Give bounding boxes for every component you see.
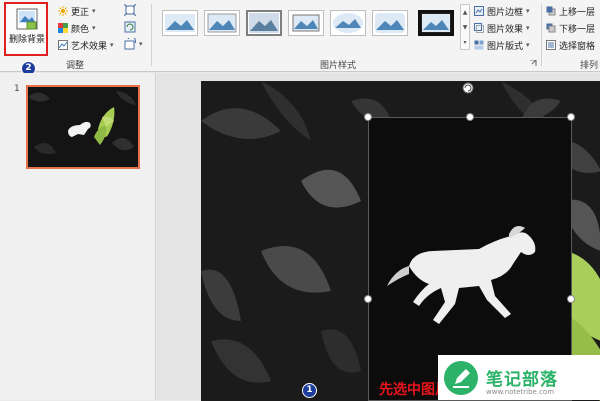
send-backward-icon [546,23,556,33]
picture-style-thumb[interactable] [418,10,454,36]
gallery-scroll-buttons[interactable]: ▲ ▼ ▾ [460,4,470,50]
site-watermark: 笔记部落 www.notetribe.com [438,355,600,400]
picture-layout-icon [474,40,484,50]
step-1-callout: 1 [302,383,317,398]
group-divider [541,4,542,66]
compress-pictures-icon[interactable] [124,4,136,16]
pen-logo-icon [444,360,478,395]
slide-number: 1 [14,84,20,94]
arrange-group-label: 排列 [580,61,599,71]
slide-thumbnail[interactable] [26,85,140,169]
picture-border-icon [474,6,484,16]
bring-forward-icon [546,6,556,16]
watermark-text: 笔记部落 [486,370,558,390]
send-backward-button[interactable]: 下移一层 [546,21,595,35]
color-label: 颜色 [71,24,90,35]
color-button[interactable]: 颜色 ▾ [58,21,96,35]
chevron-down-icon: ▾ [526,7,530,15]
picture-effects-label: 图片效果 [487,24,524,35]
chevron-down-icon: ▾ [526,41,530,49]
picture-style-thumb[interactable] [330,10,366,36]
picture-border-button[interactable]: 图片边框 ▾ [474,4,530,18]
picture-style-thumb[interactable] [288,10,324,36]
picture-styles-group-label: 图片样式 [320,61,357,71]
artistic-effects-button[interactable]: 艺术效果 ▾ [58,38,114,52]
picture-layout-label: 图片版式 [487,41,524,52]
picture-layout-button[interactable]: 图片版式 ▾ [474,38,530,52]
picture-tools-ribbon: 删除背景 2 更正 ▾ 颜色 ▾ 艺术效果 ▾ ▾ 调整 ▲ ▼ ▾ 图片边框 … [0,0,600,76]
picture-border-label: 图片边框 [487,7,524,18]
picture-style-thumb[interactable] [372,10,408,36]
selection-pane-label: 选择窗格 [559,41,596,52]
slide-editing-area: 1 先选中图片 [157,73,600,401]
resize-handle-top[interactable] [466,113,474,121]
picture-effects-button[interactable]: 图片效果 ▾ [474,21,530,35]
remove-background-label: 删除背景 [8,35,45,45]
chevron-down-icon: ▾ [92,24,96,32]
adjust-group-label: 调整 [66,61,85,71]
resize-handle-left[interactable] [364,295,372,303]
picture-styles-gallery [156,6,456,48]
bring-forward-label: 上移一层 [559,7,596,18]
remove-background-button[interactable]: 删除背景 [4,2,48,56]
picture-style-thumb[interactable] [204,10,240,36]
picture-effects-icon [474,23,484,33]
corrections-button[interactable]: 更正 ▾ [58,4,96,18]
picture-style-thumb-selected[interactable] [246,10,282,36]
slide-thumbnail-image [28,87,138,167]
send-backward-label: 下移一层 [559,24,596,35]
chevron-down-icon: ▾ [110,41,114,49]
corrections-label: 更正 [71,7,90,18]
sun-icon [58,6,68,16]
rotate-handle-icon[interactable] [461,81,475,95]
change-picture-icon[interactable] [124,21,136,33]
artistic-effects-label: 艺术效果 [71,41,108,52]
picture-style-thumb[interactable] [162,10,198,36]
remove-background-icon [16,8,38,30]
palette-icon [58,23,68,33]
slides-thumbnail-panel: 1 [0,73,156,400]
chevron-down-icon: ▾ [526,24,530,32]
reset-picture-icon[interactable] [124,38,136,50]
selection-pane-icon [546,40,556,50]
resize-handle-top-right[interactable] [567,113,575,121]
slide-canvas[interactable]: 1 先选中图片 [201,81,600,401]
chevron-down-icon: ▾ [92,7,96,15]
bring-forward-button[interactable]: 上移一层 [546,4,595,18]
group-divider [151,4,152,66]
chevron-down-icon[interactable]: ▾ [139,40,143,48]
watermark-url: www.notetribe.com [486,388,555,396]
selection-pane-button[interactable]: 选择窗格 [546,38,595,52]
resize-handle-right[interactable] [567,295,575,303]
dialog-launcher-icon[interactable] [530,60,537,67]
resize-handle-top-left[interactable] [364,113,372,121]
art-effects-icon [58,40,68,50]
